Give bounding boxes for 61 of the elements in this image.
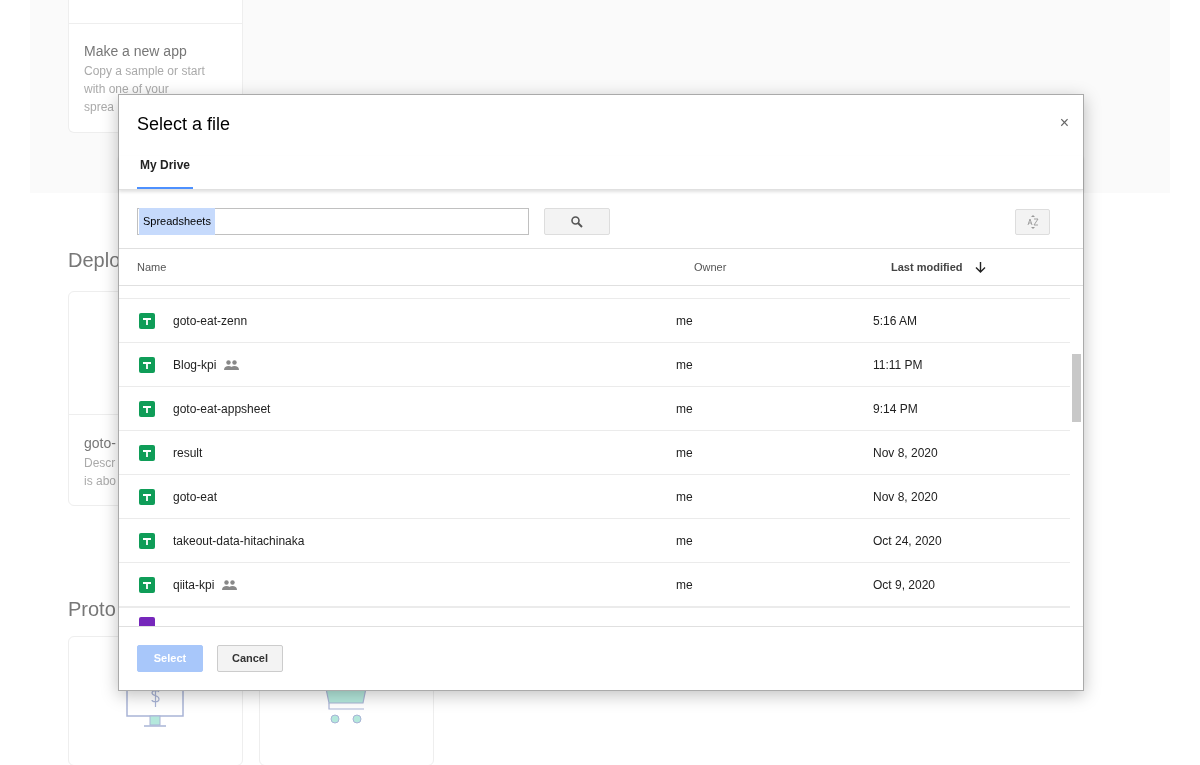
tab[interactable]: My Drive bbox=[137, 156, 194, 189]
spreadsheet-icon bbox=[139, 356, 155, 373]
section-heading: Deplo bbox=[68, 248, 121, 273]
sort-down-arrow-icon bbox=[974, 261, 986, 273]
card-title: goto- bbox=[84, 434, 116, 453]
section-heading: Proto bbox=[68, 597, 116, 622]
modified-cell-text: 11:11 PM bbox=[873, 356, 923, 374]
scrollbar-thumb[interactable] bbox=[1072, 354, 1081, 422]
card-description: with one of your bbox=[84, 81, 170, 98]
search-icon bbox=[571, 215, 583, 228]
card-description: is abo bbox=[84, 473, 118, 490]
file-name: result bbox=[173, 444, 203, 462]
file-row[interactable]: takeout-data-hitachinaka me Oct 24, 2020 bbox=[119, 519, 1070, 563]
file-row[interactable]: goto-eat-appsheet me 9:14 PM bbox=[119, 387, 1070, 431]
modified-cell-text: 5:16 AM bbox=[873, 312, 918, 330]
modified-cell-text: 9:14 PM bbox=[873, 400, 918, 418]
owner-cell-text: me bbox=[676, 400, 694, 418]
file-row[interactable]: goto-eat-zenn me 5:16 AM bbox=[119, 299, 1070, 343]
file-name: goto-eat-appsheet bbox=[173, 400, 271, 418]
file-name: takeout-data-hitachinaka bbox=[173, 532, 305, 550]
dialog-title: Select a file bbox=[137, 113, 231, 136]
shared-people-icon bbox=[222, 579, 238, 590]
spreadsheet-icon bbox=[139, 488, 155, 505]
file-name: goto-eat bbox=[173, 488, 218, 506]
search-button[interactable] bbox=[544, 208, 610, 235]
spreadsheet-icon bbox=[139, 576, 155, 593]
owner-cell-text: me bbox=[676, 576, 694, 594]
owner-cell-text: me bbox=[676, 312, 694, 330]
search-value: Spreadsheets bbox=[139, 208, 215, 235]
file-row[interactable]: Blog-kpi me 11:11 PM bbox=[119, 343, 1070, 387]
column-header[interactable]: Name bbox=[137, 258, 694, 276]
sort-button[interactable] bbox=[1015, 208, 1050, 235]
modified-cell-text: Nov 8, 2020 bbox=[873, 444, 938, 462]
file-row[interactable]: goto-eat me Nov 8, 2020 bbox=[119, 475, 1070, 519]
modified-cell-text: Oct 9, 2020 bbox=[873, 576, 936, 594]
modified-cell-text: Oct 24, 2020 bbox=[873, 532, 942, 550]
owner-cell-text: me bbox=[676, 356, 694, 374]
column-header[interactable]: Last modified bbox=[891, 258, 986, 276]
card-description: Copy a sample or start bbox=[84, 63, 206, 80]
file-row[interactable]: qiita-kpi me Oct 9, 2020 bbox=[119, 563, 1070, 607]
file-name: goto-eat-zenn bbox=[173, 312, 248, 330]
close-button[interactable]: × bbox=[1059, 111, 1069, 135]
spreadsheet-icon bbox=[139, 444, 155, 461]
file-name: Blog-kpi bbox=[173, 356, 217, 374]
card-description: Descr bbox=[84, 455, 117, 472]
owner-cell-text: me bbox=[676, 444, 694, 462]
search-field[interactable]: Spreadsheets bbox=[137, 208, 529, 235]
card-description: sprea bbox=[84, 99, 116, 116]
card-title: Make a new app bbox=[84, 42, 188, 61]
shared-people-icon bbox=[224, 359, 240, 370]
modified-cell-text: Nov 8, 2020 bbox=[873, 488, 938, 506]
owner-cell-text: me bbox=[676, 488, 694, 506]
owner-cell-text: me bbox=[676, 532, 694, 550]
sort-az-icon bbox=[1026, 213, 1039, 230]
spreadsheet-icon bbox=[139, 312, 155, 329]
file-row[interactable]: result me Nov 8, 2020 bbox=[119, 431, 1070, 475]
file-name: qiita-kpi bbox=[173, 576, 215, 594]
spreadsheet-icon bbox=[139, 400, 155, 417]
cancel-button[interactable]: Cancel bbox=[217, 645, 283, 672]
spreadsheet-icon bbox=[139, 532, 155, 549]
column-header[interactable]: Owner bbox=[694, 258, 891, 276]
